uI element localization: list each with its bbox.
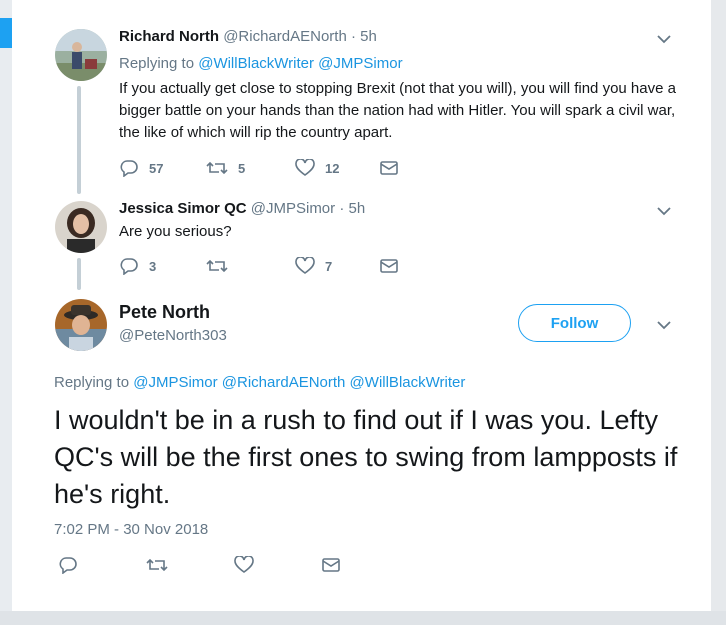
tweet-text: Are you serious? xyxy=(119,223,232,240)
heart-icon xyxy=(295,159,315,176)
main-author-name[interactable]: Pete North xyxy=(119,302,210,323)
retweet-button[interactable] xyxy=(146,557,234,573)
tweet-header-2: Jessica Simor QC @JMPSimor · 5h xyxy=(119,200,365,217)
reply-button[interactable]: 3 xyxy=(119,257,206,275)
like-count: 12 xyxy=(325,160,340,176)
background-accent xyxy=(0,18,12,48)
follow-button[interactable]: Follow xyxy=(518,304,631,342)
like-button[interactable]: 7 xyxy=(295,257,380,275)
like-button[interactable]: 12 xyxy=(295,159,380,177)
envelope-icon xyxy=(322,558,340,572)
main-tweet-text: I wouldn't be in a rush to find out if I… xyxy=(54,405,678,509)
retweet-icon xyxy=(206,259,228,273)
tweet-actions: 57 5 12 xyxy=(119,158,398,178)
retweet-button[interactable]: 5 xyxy=(206,160,295,176)
replying-label: Replying to xyxy=(54,374,130,391)
chevron-down-icon[interactable] xyxy=(657,34,671,44)
thread-line-2 xyxy=(77,258,81,290)
reply-icon xyxy=(120,160,138,177)
envelope-icon xyxy=(380,259,398,273)
tweet-text: If you actually get close to stopping Br… xyxy=(119,80,676,141)
tweet-actions-2: 3 7 xyxy=(119,256,398,276)
dm-button[interactable] xyxy=(380,160,398,176)
avatar-richard-north[interactable] xyxy=(55,29,107,81)
tweet-time[interactable]: · 5h xyxy=(351,28,377,45)
retweet-icon xyxy=(146,558,168,572)
tweet-time[interactable]: · 5h xyxy=(339,200,365,217)
background-page-bottom xyxy=(0,611,726,625)
retweet-count: 5 xyxy=(238,160,246,176)
reply-button[interactable] xyxy=(58,556,146,574)
main-author-handle[interactable]: @PeteNorth303 xyxy=(119,327,227,344)
heart-icon xyxy=(295,257,315,274)
replying-mentions[interactable]: @WillBlackWriter @JMPSimor xyxy=(198,55,402,72)
main-tweet-timestamp[interactable]: 7:02 PM - 30 Nov 2018 xyxy=(54,521,208,538)
like-count: 7 xyxy=(325,258,333,274)
replying-to: Replying to @WillBlackWriter @JMPSimor xyxy=(119,55,403,72)
chevron-down-icon[interactable] xyxy=(657,206,671,216)
main-replying-to: Replying to @JMPSimor @RichardAENorth @W… xyxy=(54,374,465,391)
author-handle[interactable]: @RichardAENorth xyxy=(223,28,347,45)
reply-count: 57 xyxy=(149,160,164,176)
author-name[interactable]: Jessica Simor QC xyxy=(119,200,247,217)
dm-button[interactable] xyxy=(322,557,340,573)
heart-icon xyxy=(234,556,254,573)
background-page-left xyxy=(0,0,12,625)
author-name[interactable]: Richard North xyxy=(119,28,219,45)
background-page-right xyxy=(711,0,726,625)
retweet-icon xyxy=(206,161,228,175)
envelope-icon xyxy=(380,161,398,175)
thread-line xyxy=(77,86,81,194)
avatar-pete-north[interactable] xyxy=(55,299,107,351)
retweet-button[interactable] xyxy=(206,258,295,274)
dm-button[interactable] xyxy=(380,258,398,274)
reply-count: 3 xyxy=(149,258,157,274)
avatar-jessica-simor[interactable] xyxy=(55,201,107,253)
reply-button[interactable]: 57 xyxy=(119,159,206,177)
reply-icon xyxy=(59,557,77,574)
chevron-down-icon[interactable] xyxy=(657,320,671,330)
like-button[interactable] xyxy=(234,556,322,574)
replying-label: Replying to xyxy=(119,55,195,72)
reply-icon xyxy=(120,258,138,275)
replying-mentions[interactable]: @JMPSimor @RichardAENorth @WillBlackWrit… xyxy=(133,374,465,391)
main-tweet-actions xyxy=(58,556,340,574)
tweet-modal: Richard North @RichardAENorth · 5h Reply… xyxy=(12,0,711,611)
tweet-header: Richard North @RichardAENorth · 5h xyxy=(119,28,377,45)
author-handle[interactable]: @JMPSimor xyxy=(251,200,335,217)
